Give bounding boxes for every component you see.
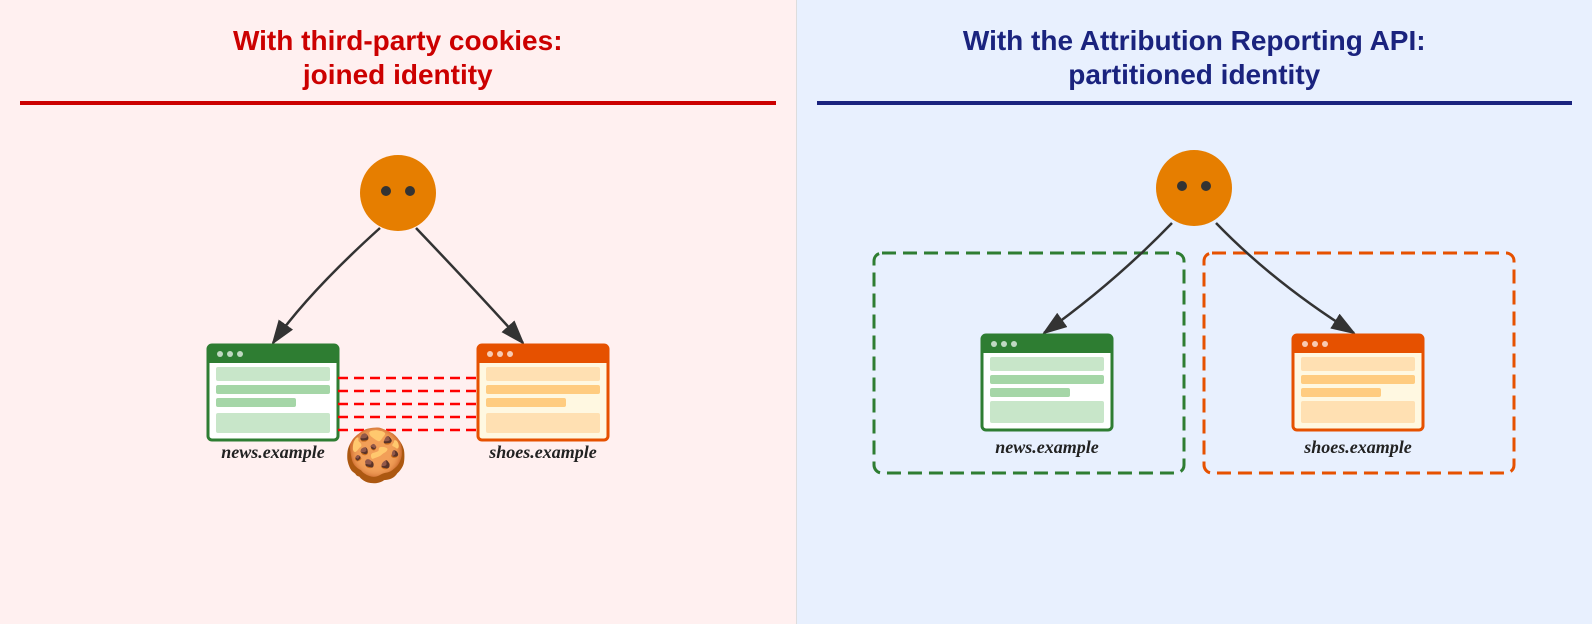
right-panel: With the Attribution Reporting API: part… (797, 0, 1592, 624)
left-site1-label: news.example (221, 442, 325, 462)
right-site2-label: shoes.example (1304, 437, 1413, 457)
right-divider (817, 101, 1573, 105)
left-site2-label: shoes.example (488, 442, 597, 462)
right-title-line1: With the Attribution Reporting API: (963, 25, 1426, 56)
left-title-line1: With third-party cookies: (233, 25, 563, 56)
left-diagram: 🍪 news.example shoes.example (108, 123, 688, 493)
left-panel-title: With third-party cookies: joined identit… (233, 24, 563, 91)
cookie-icon: 🍪 (343, 425, 408, 485)
right-site1-label: news.example (996, 437, 1100, 457)
left-title-line2: joined identity (303, 59, 493, 90)
right-panel-title: With the Attribution Reporting API: part… (963, 24, 1426, 91)
right-title-line2: partitioned identity (1068, 59, 1320, 90)
right-diagram: news.example shoes.example (844, 123, 1544, 493)
left-panel: With third-party cookies: joined identit… (0, 0, 797, 624)
left-divider (20, 101, 776, 105)
